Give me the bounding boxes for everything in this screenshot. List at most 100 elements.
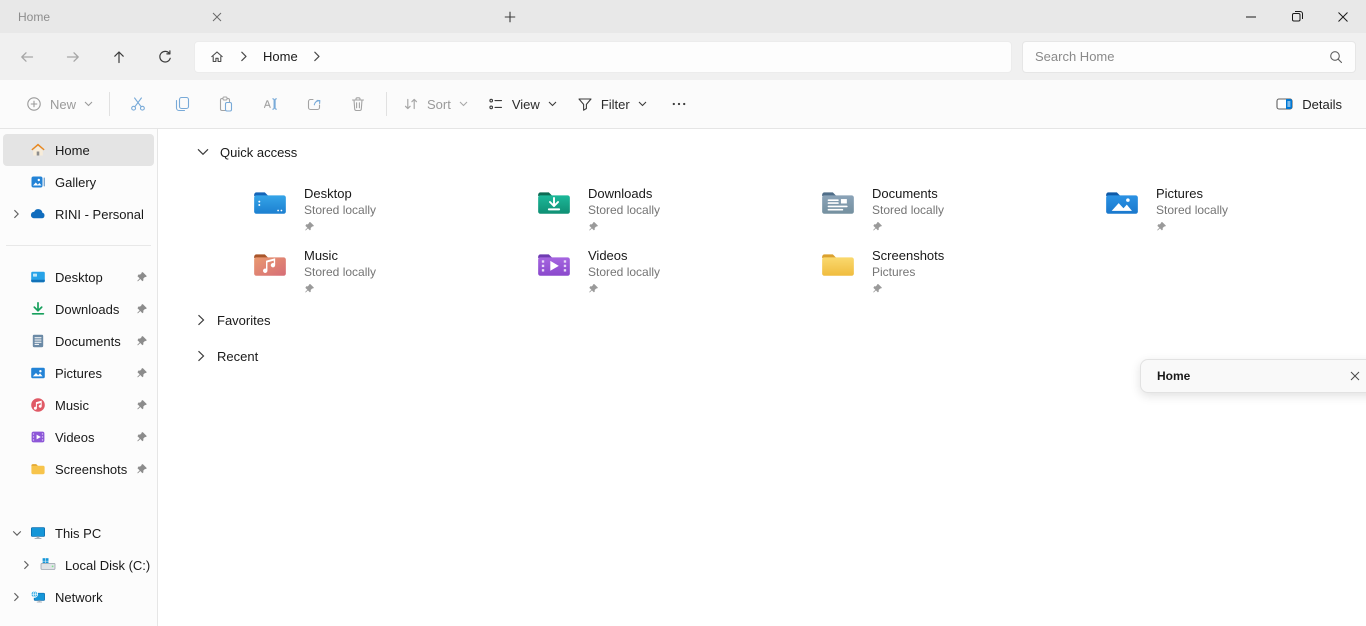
pin-icon bbox=[588, 283, 599, 294]
onedrive-cloud-icon bbox=[30, 206, 46, 222]
details-button-label: Details bbox=[1302, 97, 1342, 112]
share-button[interactable] bbox=[292, 86, 336, 122]
music-icon bbox=[30, 397, 46, 413]
pictures-folder-icon bbox=[1105, 188, 1139, 216]
tile-desktop[interactable]: Desktop Stored locally bbox=[253, 186, 537, 244]
sidebar-item-onedrive[interactable]: RINI - Personal bbox=[3, 198, 154, 230]
tab-home[interactable]: Home bbox=[0, 0, 240, 33]
sidebar-item-label: Downloads bbox=[55, 302, 136, 317]
chevron-right-icon[interactable] bbox=[313, 51, 321, 62]
chevron-right-icon[interactable] bbox=[197, 314, 206, 326]
sidebar-item-network[interactable]: Network bbox=[3, 581, 154, 613]
window-controls bbox=[1228, 0, 1366, 33]
expand-chevron[interactable] bbox=[13, 549, 40, 581]
plus-icon bbox=[504, 11, 516, 23]
expand-chevron[interactable] bbox=[3, 198, 30, 230]
paste-button[interactable] bbox=[204, 86, 248, 122]
copy-button[interactable] bbox=[160, 86, 204, 122]
sidebar-item-label: This PC bbox=[55, 526, 154, 541]
chevron-down-icon bbox=[459, 101, 468, 107]
sidebar-item-downloads[interactable]: Downloads bbox=[3, 293, 154, 325]
search-input[interactable] bbox=[1035, 49, 1329, 64]
minimize-icon bbox=[1246, 16, 1256, 18]
tile-videos[interactable]: Videos Stored locally bbox=[537, 248, 821, 306]
details-pane-button[interactable]: Details bbox=[1268, 86, 1350, 122]
close-window-button[interactable] bbox=[1320, 0, 1366, 33]
sidebar-item-documents[interactable]: Documents bbox=[3, 325, 154, 357]
tile-documents[interactable]: Documents Stored locally bbox=[821, 186, 1105, 244]
sidebar-item-screenshots[interactable]: Screenshots bbox=[3, 453, 154, 485]
tile-text: Downloads Stored locally bbox=[588, 186, 660, 244]
pin-icon bbox=[136, 399, 148, 411]
tile-downloads[interactable]: Downloads Stored locally bbox=[537, 186, 821, 244]
tile-name: Downloads bbox=[588, 186, 660, 202]
tile-pictures[interactable]: Pictures Stored locally bbox=[1105, 186, 1366, 244]
new-button[interactable]: New bbox=[16, 86, 103, 122]
chevron-down-icon bbox=[84, 101, 93, 107]
back-button[interactable] bbox=[4, 39, 50, 75]
pin-icon bbox=[136, 463, 148, 475]
sidebar-item-home[interactable]: Home bbox=[3, 134, 154, 166]
chevron-right-icon[interactable] bbox=[197, 350, 206, 362]
refresh-button[interactable] bbox=[142, 39, 188, 75]
chevron-right-icon[interactable] bbox=[240, 51, 248, 62]
delete-button[interactable] bbox=[336, 86, 380, 122]
tile-subtitle: Stored locally bbox=[1156, 203, 1228, 218]
pin-icon bbox=[872, 221, 883, 232]
rename-button[interactable] bbox=[248, 86, 292, 122]
pin-icon bbox=[872, 283, 883, 294]
pin-icon bbox=[136, 335, 148, 347]
tile-name: Documents bbox=[872, 186, 944, 202]
sidebar-item-gallery[interactable]: Gallery bbox=[3, 166, 154, 198]
sidebar-item-local-disk-c[interactable]: Local Disk (C:) bbox=[3, 549, 154, 581]
expand-chevron[interactable] bbox=[3, 581, 30, 613]
sidebar-item-music[interactable]: Music bbox=[3, 389, 154, 421]
pictures-icon bbox=[30, 365, 46, 381]
new-tab-button[interactable] bbox=[498, 5, 522, 29]
breadcrumb-home[interactable]: Home bbox=[263, 49, 298, 64]
tile-screenshots[interactable]: Screenshots Pictures bbox=[821, 248, 1105, 306]
downloads-folder-icon bbox=[537, 188, 571, 216]
up-button[interactable] bbox=[96, 39, 142, 75]
this-pc-icon bbox=[30, 525, 46, 541]
flyout-title: Home bbox=[1157, 369, 1190, 383]
chevron-down-icon[interactable] bbox=[197, 148, 209, 156]
screenshots-folder-icon bbox=[821, 250, 855, 278]
sidebar-item-this-pc[interactable]: This PC bbox=[3, 517, 154, 549]
home-icon[interactable] bbox=[209, 49, 225, 65]
filter-button-label: Filter bbox=[601, 97, 630, 112]
minimize-button[interactable] bbox=[1228, 0, 1274, 33]
sidebar-item-desktop[interactable]: Desktop bbox=[3, 261, 154, 293]
more-options-button[interactable] bbox=[657, 86, 701, 122]
tab-close-button[interactable] bbox=[206, 6, 228, 28]
view-button-label: View bbox=[512, 97, 540, 112]
address-bar[interactable]: Home bbox=[194, 41, 1012, 73]
documents-folder-icon bbox=[821, 188, 855, 216]
filter-button[interactable]: Filter bbox=[567, 86, 657, 122]
restore-button[interactable] bbox=[1274, 0, 1320, 33]
forward-button[interactable] bbox=[50, 39, 96, 75]
section-favorites[interactable]: Favorites bbox=[158, 310, 1366, 330]
chevron-down-icon bbox=[548, 101, 557, 107]
chevron-right-icon bbox=[22, 560, 31, 570]
tile-text: Music Stored locally bbox=[304, 248, 376, 306]
collapse-chevron[interactable] bbox=[3, 517, 30, 549]
pin-icon bbox=[136, 303, 148, 315]
sidebar-item-pictures[interactable]: Pictures bbox=[3, 357, 154, 389]
tile-subtitle: Stored locally bbox=[588, 203, 660, 218]
view-button[interactable]: View bbox=[478, 86, 567, 122]
tile-text: Documents Stored locally bbox=[872, 186, 944, 244]
cut-button[interactable] bbox=[116, 86, 160, 122]
new-plus-circle-icon bbox=[26, 96, 42, 112]
flyout-close-button[interactable] bbox=[1345, 366, 1365, 386]
sidebar-item-videos[interactable]: Videos bbox=[3, 421, 154, 453]
pin-icon bbox=[1156, 221, 1167, 232]
sidebar-item-label: RINI - Personal bbox=[55, 207, 154, 222]
section-label: Favorites bbox=[217, 313, 270, 328]
search-box[interactable] bbox=[1022, 41, 1356, 73]
tile-music[interactable]: Music Stored locally bbox=[253, 248, 537, 306]
section-quick-access[interactable]: Quick access bbox=[158, 142, 1366, 162]
section-label: Quick access bbox=[220, 145, 297, 160]
sort-button[interactable]: Sort bbox=[393, 86, 478, 122]
view-icon bbox=[488, 96, 504, 112]
